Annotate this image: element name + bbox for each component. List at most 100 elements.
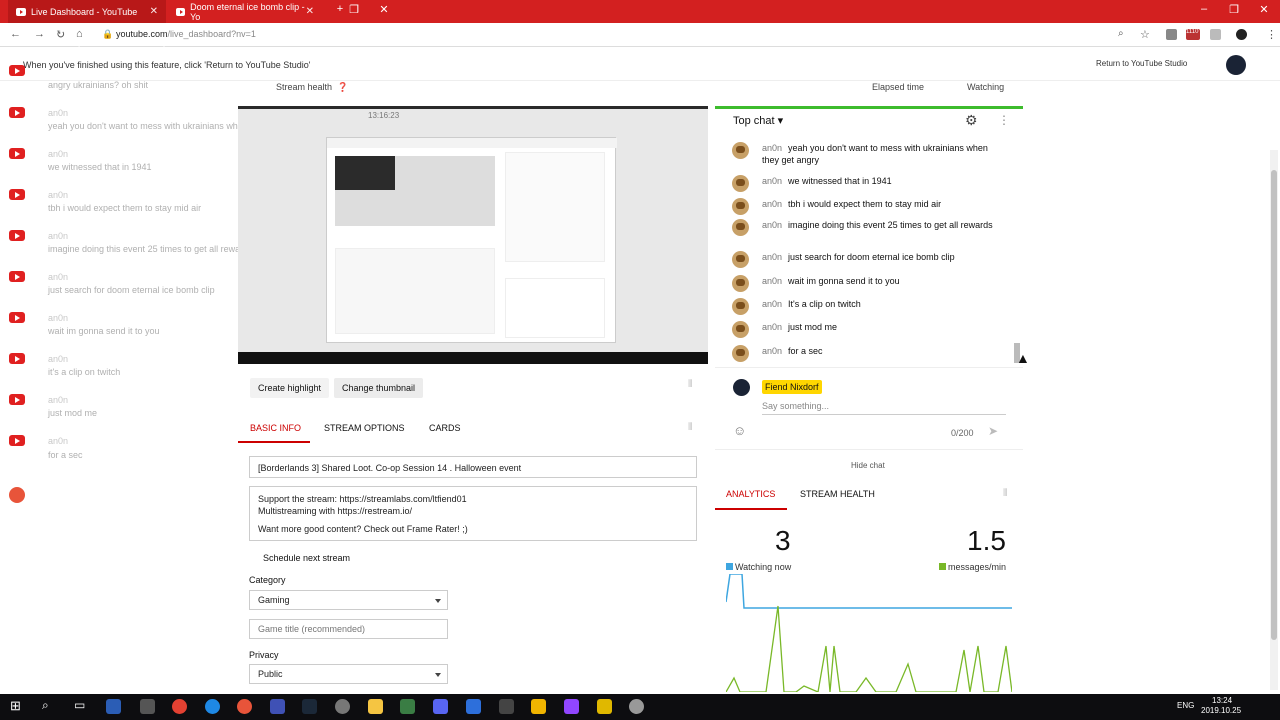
task-view-icon[interactable]: ▭ — [74, 698, 85, 712]
extension-icon[interactable] — [1166, 29, 1177, 40]
search-icon[interactable]: ⌕ — [42, 698, 49, 713]
chat-message: an0n for a sec — [732, 345, 1002, 362]
avatar[interactable] — [732, 345, 749, 362]
discord-icon[interactable] — [433, 699, 448, 714]
overlay-chat-message: tbh i would expect them to stay mid air — [48, 203, 202, 213]
preview-taskbar — [238, 352, 708, 364]
app-icon[interactable] — [205, 699, 220, 714]
tab-live-dashboard[interactable]: Live Dashboard - YouTube ✕ — [8, 0, 166, 23]
app-icon[interactable] — [531, 699, 546, 714]
app-icon[interactable] — [400, 699, 415, 714]
schedule-next-stream-label[interactable]: Schedule next stream — [263, 553, 350, 563]
close-icon[interactable]: ✕ — [150, 6, 158, 17]
hide-chat-button[interactable]: Hide chat — [851, 461, 885, 470]
title-input[interactable]: [Borderlands 3] Shared Loot. Co-op Sessi… — [249, 456, 697, 478]
description-textarea[interactable]: Support the stream: https://streamlabs.c… — [249, 486, 697, 541]
folder-icon[interactable] — [368, 699, 383, 714]
preview-timestamp: 13:16:23 — [368, 111, 400, 120]
description-line: Multistreaming with https://restream.io/ — [258, 506, 413, 516]
chat-input[interactable]: Say something... — [762, 401, 1006, 415]
chat-message: an0n It's a clip on twitch — [732, 298, 1002, 315]
return-to-studio-button[interactable]: Return to YouTube Studio — [1096, 59, 1187, 68]
change-thumbnail-button[interactable]: Change thumbnail — [334, 378, 424, 398]
game-title-input[interactable]: Game title (recommended) — [249, 619, 448, 639]
app-icon[interactable] — [499, 699, 514, 714]
help-icon[interactable]: ❓ — [337, 82, 348, 93]
category-label: Category — [249, 575, 286, 585]
twitch-icon[interactable] — [564, 699, 579, 714]
profile-icon[interactable] — [1236, 29, 1247, 40]
search-icon[interactable]: ⌕ — [1118, 28, 1124, 39]
avatar[interactable] — [732, 142, 749, 159]
top-chat-dropdown[interactable]: Top chat ▾ — [733, 114, 783, 127]
app-icon[interactable] — [597, 699, 612, 714]
avatar[interactable] — [732, 321, 749, 338]
close-icon[interactable]: ✕ — [306, 6, 314, 17]
messages-line — [726, 605, 1012, 692]
minimize-icon[interactable]: – — [1194, 3, 1214, 15]
menu-icon[interactable]: ⋮ — [1266, 28, 1277, 41]
star-icon[interactable]: ☆ — [1140, 28, 1150, 41]
privacy-select[interactable]: Public — [249, 664, 448, 684]
tab-analytics[interactable]: ANALYTICS — [726, 489, 775, 499]
maximize-icon[interactable]: ❐ — [1224, 3, 1244, 16]
app-icon[interactable] — [270, 699, 285, 714]
youtube-icon — [176, 7, 186, 16]
steam-icon[interactable] — [302, 699, 317, 714]
drag-handle-icon[interactable]: ⦀ — [1003, 488, 1007, 499]
extension-icon[interactable] — [1210, 29, 1221, 40]
tab-stream-options[interactable]: STREAM OPTIONS — [324, 423, 405, 433]
mouse-cursor-icon: ▲ — [1016, 350, 1030, 366]
scrollbar-thumb[interactable] — [1271, 170, 1277, 640]
tab-stream-health[interactable]: STREAM HEALTH — [800, 489, 875, 499]
youtube-icon — [9, 189, 25, 200]
analytics-panel: ANALYTICS STREAM HEALTH ⦀ 3 Watching now… — [715, 480, 1023, 692]
watching-now-label: Watching now — [726, 562, 791, 572]
window-close-icon[interactable]: ✕ — [1254, 3, 1274, 16]
restream-icon — [9, 487, 25, 503]
language-indicator[interactable]: ENG — [1177, 701, 1194, 710]
avatar[interactable] — [732, 219, 749, 236]
app-icon[interactable] — [466, 699, 481, 714]
more-options-icon[interactable]: ⋮ — [998, 113, 1010, 127]
drag-handle-icon[interactable]: ⦀ — [688, 422, 692, 433]
windows-start-icon[interactable]: ⊞ — [10, 698, 21, 714]
back-icon[interactable]: ← — [10, 28, 21, 40]
overlay-chat-message: angry ukrainians? oh shit — [48, 80, 149, 90]
avatar[interactable] — [1226, 55, 1246, 75]
send-icon[interactable]: ➤ — [988, 424, 998, 438]
clock-time[interactable]: 13:24 — [1212, 696, 1232, 705]
avatar[interactable] — [732, 275, 749, 292]
avatar[interactable] — [732, 298, 749, 315]
extension-badge[interactable]: 1110 — [1186, 29, 1200, 40]
overlay-chat-message: wait im gonna send it to you — [48, 326, 160, 336]
create-highlight-button[interactable]: Create highlight — [250, 378, 330, 398]
stream-health-label: Stream health — [276, 82, 333, 92]
overlay-chat-name: an0n — [48, 395, 69, 405]
tab-basic-info[interactable]: BASIC INFO — [250, 423, 301, 433]
stream-preview[interactable]: 13:16:23 — [238, 106, 708, 364]
tab-cards[interactable]: CARDS — [429, 423, 461, 433]
app-icon[interactable] — [629, 699, 644, 714]
avatar[interactable] — [732, 175, 749, 192]
page-scrollbar[interactable] — [1270, 150, 1278, 690]
close-icon[interactable]: ✕ — [374, 3, 394, 16]
youtube-icon — [9, 394, 25, 405]
avatar[interactable] — [732, 198, 749, 215]
category-select[interactable]: Gaming — [249, 590, 448, 610]
tab-doom-clip[interactable]: Doom eternal ice bomb clip - Yo ✕ — [168, 0, 322, 23]
clock-date[interactable]: 2019.10.25 — [1201, 706, 1241, 715]
avatar[interactable] — [732, 251, 749, 268]
restream-icon[interactable] — [237, 699, 252, 714]
forward-icon[interactable]: → — [34, 28, 45, 40]
emoji-icon[interactable]: ☺ — [733, 423, 746, 438]
chevron-down-icon — [435, 673, 441, 677]
app-icon[interactable] — [335, 699, 350, 714]
restore-icon[interactable]: ❐ — [344, 3, 364, 16]
app-icon[interactable] — [140, 699, 155, 714]
chat-message: an0n yeah you don't want to mess with ukr… — [732, 142, 1002, 166]
drag-handle-icon[interactable]: ⦀ — [688, 379, 692, 390]
app-icon[interactable] — [106, 699, 121, 714]
gear-icon[interactable]: ⚙ — [965, 112, 978, 129]
chrome-icon[interactable] — [172, 699, 187, 714]
